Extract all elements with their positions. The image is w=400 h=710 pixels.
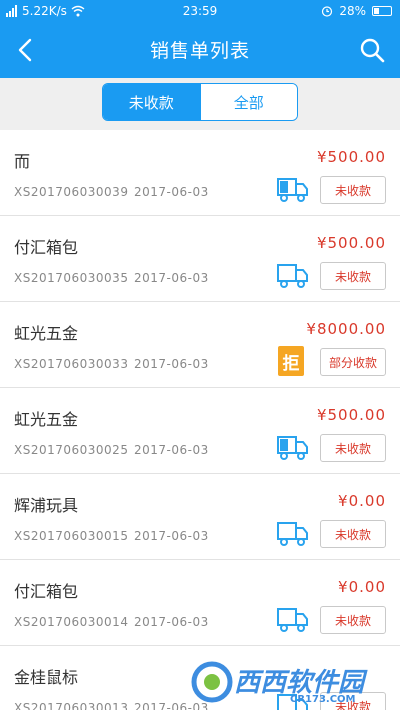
order-row[interactable]: 虹光五金 ¥8000.00 XS201706030033 2017-06-03 … (0, 302, 400, 388)
status-button[interactable]: 部分收款 (320, 348, 386, 376)
order-code: XS201706030035 (14, 271, 129, 285)
customer-name: 虹光五金 (14, 324, 79, 343)
filter-tabs: 未收款 全部 (0, 78, 400, 130)
order-code: XS201706030025 (14, 443, 129, 457)
status-bar: 5.22K/s 23:59 28% (0, 0, 400, 22)
order-list: 而 ¥500.00 XS201706030039 2017-06-03 未收款 … (0, 130, 400, 710)
customer-name: 金桂鼠标 (14, 668, 79, 687)
delivery-status (276, 520, 310, 548)
delivery-status: 拒 (276, 346, 310, 376)
order-code: XS201706030015 (14, 529, 129, 543)
customer-name: 而 (14, 152, 31, 171)
nav-bar: 销售单列表 (0, 22, 400, 78)
order-row[interactable]: 付汇箱包 ¥0.00 XS201706030014 2017-06-03 未收款 (0, 560, 400, 646)
order-date: 2017-06-03 (134, 357, 209, 371)
watermark-logo-icon (191, 661, 233, 703)
watermark-sub: CR173.COM (290, 694, 356, 705)
watermark: 西西软件园 CR173.COM (186, 656, 400, 710)
order-row[interactable]: 而 ¥500.00 XS201706030039 2017-06-03 未收款 (0, 130, 400, 216)
delivery-status (276, 606, 310, 634)
status-button[interactable]: 未收款 (320, 520, 386, 548)
status-button[interactable]: 未收款 (320, 606, 386, 634)
search-icon[interactable] (354, 32, 390, 68)
status-button[interactable]: 未收款 (320, 262, 386, 290)
truck-half-icon (277, 178, 308, 202)
tab-all[interactable]: 全部 (199, 84, 297, 120)
order-row[interactable]: 辉浦玩具 ¥0.00 XS201706030015 2017-06-03 未收款 (0, 474, 400, 560)
order-amount: ¥500.00 (316, 406, 386, 424)
order-code: XS201706030039 (14, 185, 129, 199)
status-right: 28% (321, 4, 392, 18)
delivery-status (276, 262, 310, 290)
delivery-status (276, 176, 310, 204)
order-amount: ¥500.00 (316, 148, 386, 166)
truck-icon (277, 522, 308, 546)
customer-name: 辉浦玩具 (14, 496, 79, 515)
page-title: 销售单列表 (149, 40, 250, 62)
delivery-status (276, 434, 310, 462)
alarm-icon (322, 6, 333, 17)
order-row[interactable]: 付汇箱包 ¥500.00 XS201706030035 2017-06-03 未… (0, 216, 400, 302)
tab-unpaid[interactable]: 未收款 (103, 84, 200, 120)
segmented-control: 未收款 全部 (102, 83, 298, 121)
truck-half-icon (277, 436, 308, 460)
battery-percent: 28% (339, 4, 366, 18)
status-button[interactable]: 未收款 (320, 434, 386, 462)
status-button[interactable]: 未收款 (320, 176, 386, 204)
customer-name: 虹光五金 (14, 410, 79, 429)
truck-icon (277, 264, 308, 288)
order-amount: ¥0.00 (338, 492, 386, 510)
order-code: XS201706030033 (14, 357, 129, 371)
customer-name: 付汇箱包 (14, 582, 79, 601)
order-date: 2017-06-03 (134, 185, 209, 199)
order-code: XS201706030013 (14, 701, 129, 710)
order-row[interactable]: 虹光五金 ¥500.00 XS201706030025 2017-06-03 未… (0, 388, 400, 474)
reject-icon: 拒 (278, 346, 304, 376)
order-amount: ¥8000.00 (306, 320, 386, 338)
order-date: 2017-06-03 (134, 443, 209, 457)
order-date: 2017-06-03 (134, 271, 209, 285)
order-amount: ¥0.00 (338, 578, 386, 596)
order-date: 2017-06-03 (134, 529, 209, 543)
truck-icon (277, 608, 308, 632)
order-amount: ¥500.00 (316, 234, 386, 252)
customer-name: 付汇箱包 (14, 238, 79, 257)
battery-icon (372, 6, 392, 16)
order-code: XS201706030014 (14, 615, 129, 629)
order-date: 2017-06-03 (134, 615, 209, 629)
